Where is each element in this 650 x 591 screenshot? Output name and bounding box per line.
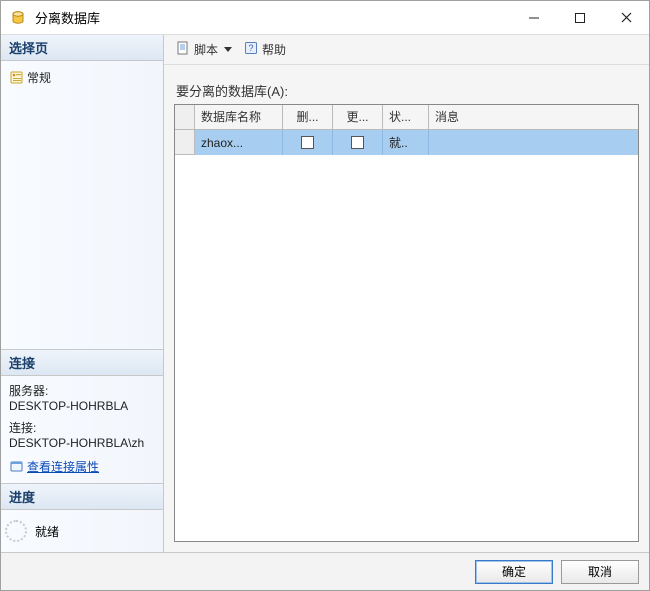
connection-value: DESKTOP-HOHRBLA\zh [9, 436, 155, 450]
page-icon [9, 71, 23, 85]
main-content: 要分离的数据库(A): 数据库名称 删... 更... 状... 消息 zhao… [164, 65, 649, 552]
connection-header: 连接 [1, 349, 163, 376]
script-label: 脚本 [194, 41, 218, 58]
chevron-down-icon [224, 47, 232, 52]
script-icon [176, 41, 190, 58]
col-header-update[interactable]: 更... [333, 105, 383, 129]
col-header-message[interactable]: 消息 [429, 105, 638, 129]
cell-drop[interactable] [283, 130, 333, 155]
row-header[interactable] [175, 130, 195, 155]
select-page-list: 常规 [1, 61, 163, 94]
grid-header-row: 数据库名称 删... 更... 状... 消息 [175, 105, 638, 130]
window-controls [511, 1, 649, 34]
cell-state: 就.. [383, 130, 429, 155]
grid-corner [175, 105, 195, 129]
cancel-button[interactable]: 取消 [561, 560, 639, 584]
server-label: 服务器: [9, 382, 155, 399]
page-item-general[interactable]: 常规 [9, 67, 155, 88]
progress-status-text: 就绪 [35, 523, 59, 540]
toolbar: 脚本 ? 帮助 [164, 35, 649, 65]
progress-status-row: 就绪 [1, 510, 163, 552]
server-value: DESKTOP-HOHRBLA [9, 399, 155, 413]
checkbox-drop[interactable] [301, 136, 314, 149]
help-button[interactable]: ? 帮助 [240, 39, 290, 60]
ok-button[interactable]: 确定 [475, 560, 553, 584]
window-title: 分离数据库 [35, 8, 511, 27]
titlebar: 分离数据库 [1, 1, 649, 35]
view-connection-properties[interactable]: 查看连接属性 [9, 456, 155, 477]
help-label: 帮助 [262, 41, 286, 58]
table-row[interactable]: zhaox... 就.. [175, 130, 638, 155]
databases-grid[interactable]: 数据库名称 删... 更... 状... 消息 zhaox... 就.. [174, 104, 639, 542]
svg-text:?: ? [249, 43, 254, 53]
view-connection-properties-link[interactable]: 查看连接属性 [27, 458, 99, 475]
connection-info: 服务器: DESKTOP-HOHRBLA 连接: DESKTOP-HOHRBLA… [1, 376, 163, 483]
script-dropdown[interactable]: 脚本 [172, 39, 236, 60]
cell-message [429, 130, 638, 155]
col-header-state[interactable]: 状... [383, 105, 429, 129]
select-page-header: 选择页 [1, 35, 163, 61]
connection-label: 连接: [9, 419, 155, 436]
dialog-body: 选择页 常规 连接 [1, 35, 649, 552]
col-header-drop[interactable]: 删... [283, 105, 333, 129]
grid-caption: 要分离的数据库(A): [176, 81, 639, 100]
progress-spinner-icon [5, 520, 27, 542]
dialog-footer: 确定 取消 [1, 552, 649, 590]
checkbox-update[interactable] [351, 136, 364, 149]
close-button[interactable] [603, 1, 649, 34]
cell-update[interactable] [333, 130, 383, 155]
database-icon [9, 9, 27, 27]
cell-db-name[interactable]: zhaox... [195, 130, 283, 155]
help-icon: ? [244, 41, 258, 58]
col-header-name[interactable]: 数据库名称 [195, 105, 283, 129]
page-item-label: 常规 [27, 69, 51, 86]
maximize-button[interactable] [557, 1, 603, 34]
minimize-button[interactable] [511, 1, 557, 34]
properties-icon [9, 460, 23, 474]
main-pane: 脚本 ? 帮助 要分离的数据库(A): [164, 35, 649, 552]
left-pane: 选择页 常规 连接 [1, 35, 164, 552]
progress-header: 进度 [1, 483, 163, 510]
dialog-window: 分离数据库 选择页 [0, 0, 650, 591]
